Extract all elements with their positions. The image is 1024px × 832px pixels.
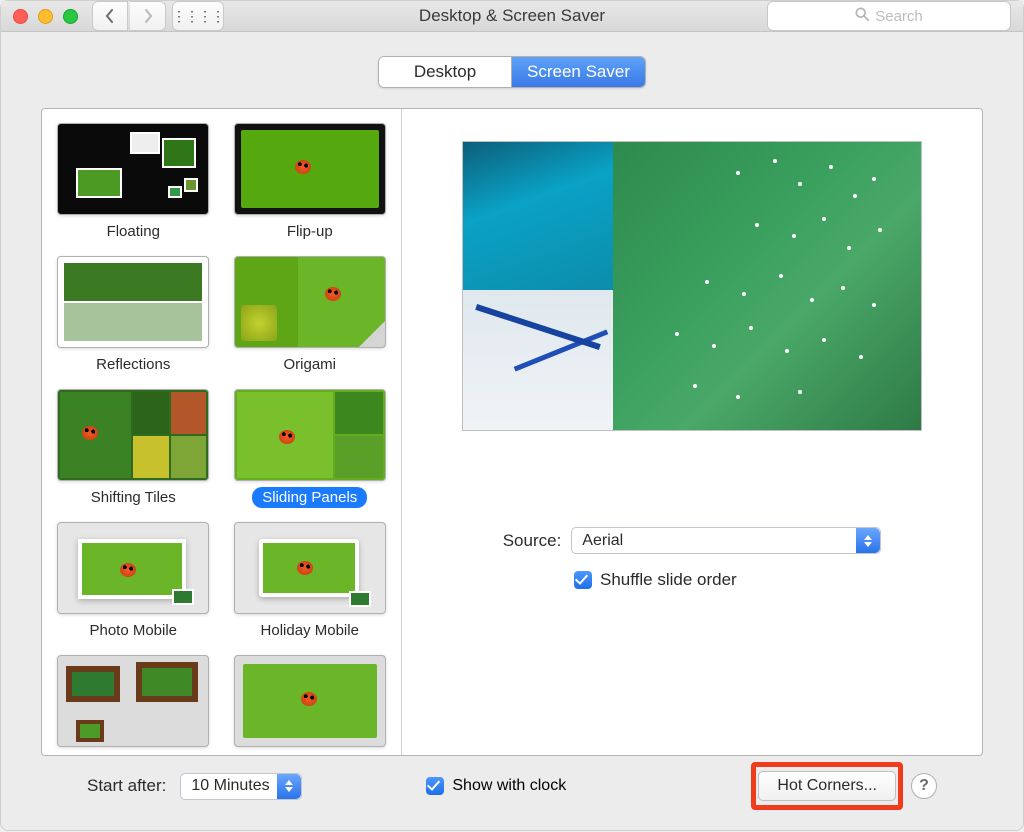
start-after-label: Start after: [87,776,166,796]
zoom-button[interactable] [63,9,78,24]
screensaver-preview[interactable] [462,141,922,431]
source-value: Aerial [582,532,623,550]
thumbnail-label: Sliding Panels [252,487,367,508]
show-all-button[interactable]: ⋮⋮⋮⋮ [172,1,224,31]
thumbnail [57,389,209,481]
screensaver-photo-mobile[interactable]: Photo Mobile [52,522,215,641]
help-button[interactable]: ? [911,773,937,799]
thumbnail-label: Floating [97,221,170,242]
screensaver-origami[interactable]: Origami [229,256,392,375]
thumbnail [57,522,209,614]
start-after-select[interactable]: 10 Minutes [180,773,302,800]
dropdown-icon [277,774,301,799]
back-button[interactable] [92,1,128,31]
help-icon: ? [919,777,929,795]
thumbnail [57,256,209,348]
preferences-window: ⋮⋮⋮⋮ Desktop & Screen Saver Search Deskt… [0,0,1024,831]
preview-pane: Source: Aerial Shuffle slide order [402,109,982,755]
thumbnail [57,655,209,747]
shuffle-checkbox[interactable] [574,571,592,589]
thumbnail-label: Flip-up [277,221,343,242]
hot-corners-highlight: Hot Corners... [751,762,903,810]
show-clock-label: Show with clock [452,777,566,795]
content-area: Desktop Screen Saver Floating [1,32,1023,832]
thumbnail [234,389,386,481]
tab-screensaver[interactable]: Screen Saver [512,57,645,87]
thumbnail-label: Shifting Tiles [81,487,186,508]
start-after-value: 10 Minutes [191,777,269,795]
tab-segment: Desktop Screen Saver [378,56,646,88]
tab-desktop[interactable]: Desktop [379,57,512,87]
screensaver-reflections[interactable]: Reflections [52,256,215,375]
screensaver-list[interactable]: Floating Flip-up Reflections [42,109,402,755]
bottom-bar: Start after: 10 Minutes Show with clock … [41,756,983,816]
hot-corners-button[interactable]: Hot Corners... [758,771,896,801]
screensaver-sliding-panels[interactable]: Sliding Panels [229,389,392,508]
screensaver-holiday-mobile[interactable]: Holiday Mobile [229,522,392,641]
thumbnail-label: Reflections [86,354,180,375]
thumbnail [234,123,386,215]
screensaver-floating[interactable]: Floating [52,123,215,242]
forward-button[interactable] [130,1,166,31]
search-icon [855,7,869,25]
window-title: Desktop & Screen Saver [419,6,605,26]
dropdown-icon [856,528,880,553]
close-button[interactable] [13,9,28,24]
source-label: Source: [503,531,562,551]
grid-icon: ⋮⋮⋮⋮ [172,8,224,25]
minimize-button[interactable] [38,9,53,24]
thumbnail-label: Origami [273,354,346,375]
source-select[interactable]: Aerial [571,527,881,554]
titlebar: ⋮⋮⋮⋮ Desktop & Screen Saver Search [1,1,1023,32]
screensaver-item[interactable] [52,655,215,747]
main-panel: Floating Flip-up Reflections [41,108,983,756]
search-placeholder: Search [875,8,923,25]
window-controls [13,9,78,24]
thumbnail [234,522,386,614]
thumbnail [234,256,386,348]
chevron-left-icon [104,9,116,23]
thumbnail-label: Holiday Mobile [251,620,369,641]
nav-buttons [92,1,166,31]
shuffle-label: Shuffle slide order [600,570,737,590]
show-clock-checkbox[interactable] [426,777,444,795]
screensaver-shifting-tiles[interactable]: Shifting Tiles [52,389,215,508]
search-input[interactable]: Search [767,1,1011,31]
screensaver-flipup[interactable]: Flip-up [229,123,392,242]
chevron-right-icon [142,9,154,23]
thumbnail [57,123,209,215]
screensaver-item[interactable] [229,655,392,747]
thumbnail-label: Photo Mobile [79,620,187,641]
thumbnail [234,655,386,747]
